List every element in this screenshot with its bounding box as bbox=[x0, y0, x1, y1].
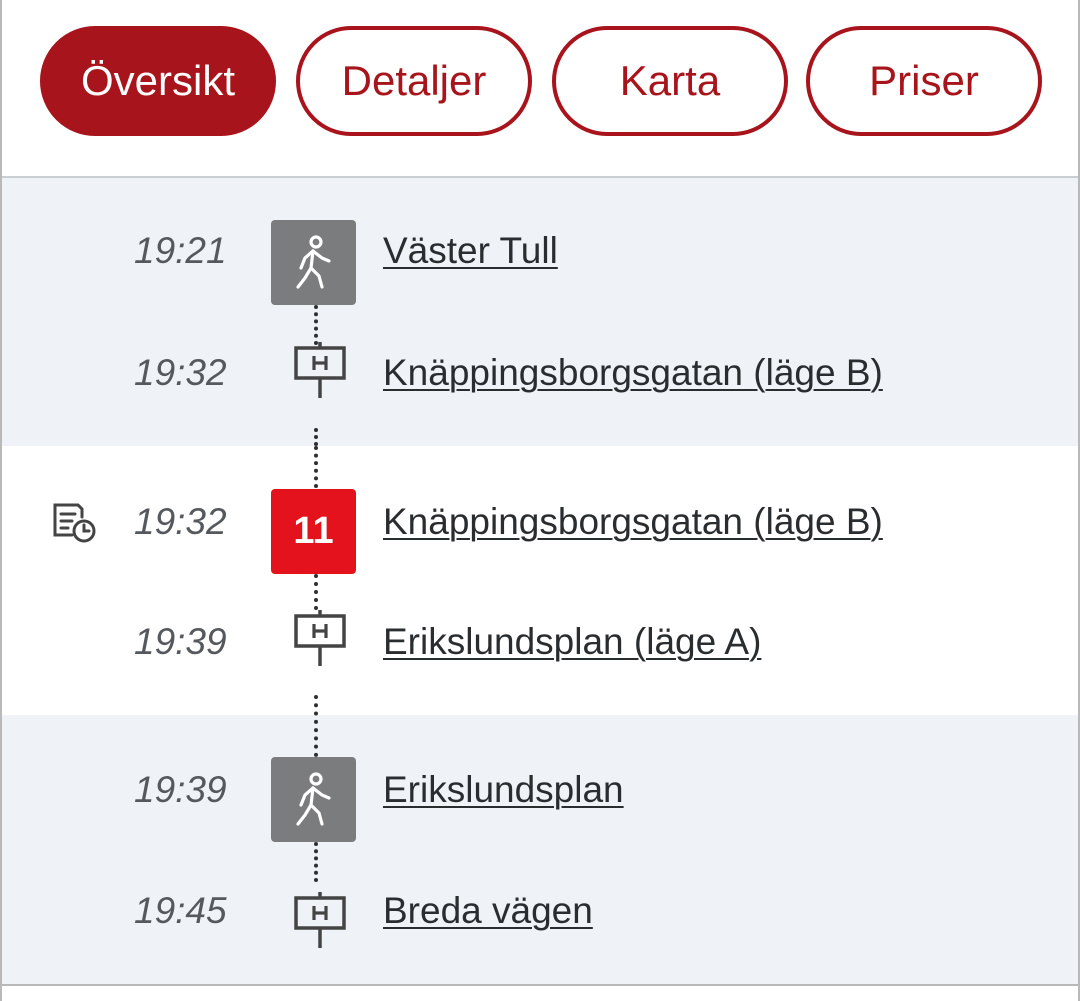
departure-time: 19:32 bbox=[134, 501, 227, 542]
stop-link[interactable]: Knäppingsborgsgatan (läge B) bbox=[383, 501, 883, 543]
stop-link[interactable]: Erikslundsplan (läge A) bbox=[383, 621, 761, 663]
walking-person-icon bbox=[271, 757, 356, 842]
arrival-time: 19:32 bbox=[134, 352, 227, 393]
trip-leg-walk-1: 19:21 Väster Tull 19:32 Knäppingsborgsga… bbox=[2, 178, 1078, 446]
route-connector bbox=[314, 842, 318, 882]
bus-stop-icon bbox=[292, 342, 348, 400]
arrival-time: 19:39 bbox=[134, 621, 227, 662]
stop-link[interactable]: Knäppingsborgsgatan (läge B) bbox=[383, 352, 883, 394]
tab-karta[interactable]: Karta bbox=[552, 26, 788, 136]
tab-oversikt[interactable]: Översikt bbox=[40, 26, 276, 136]
departure-time: 19:39 bbox=[134, 769, 227, 810]
bus-line-badge: 11 bbox=[271, 489, 356, 574]
stop-link[interactable]: Breda vägen bbox=[383, 890, 593, 932]
trip-overview: Översikt Detaljer Karta Priser 19:21 Väs… bbox=[0, 0, 1080, 1001]
stop-link[interactable]: Erikslundsplan bbox=[383, 769, 624, 811]
tab-bar: Översikt Detaljer Karta Priser bbox=[2, 0, 1078, 178]
route-connector bbox=[314, 446, 318, 488]
bus-stop-icon bbox=[292, 610, 348, 668]
trip-leg-walk-2: 19:39 Erikslundsplan 19:45 Breda vägen bbox=[2, 695, 1078, 985]
departure-time: 19:21 bbox=[134, 230, 227, 271]
trip-leg-bus-11: 19:32 11 Knäppingsborgsgatan (läge B) 19… bbox=[2, 446, 1078, 715]
route-connector bbox=[314, 305, 318, 345]
tab-priser[interactable]: Priser bbox=[806, 26, 1042, 136]
route-connector bbox=[314, 428, 318, 446]
route-connector bbox=[314, 695, 318, 757]
timetable-clock-icon[interactable] bbox=[50, 501, 98, 545]
route-connector bbox=[314, 574, 318, 610]
arrival-time: 19:45 bbox=[134, 890, 227, 931]
tab-detaljer[interactable]: Detaljer bbox=[296, 26, 532, 136]
bus-stop-icon bbox=[292, 892, 348, 950]
stop-link[interactable]: Väster Tull bbox=[383, 230, 558, 272]
bottom-divider bbox=[2, 984, 1078, 986]
walking-person-icon bbox=[271, 220, 356, 305]
